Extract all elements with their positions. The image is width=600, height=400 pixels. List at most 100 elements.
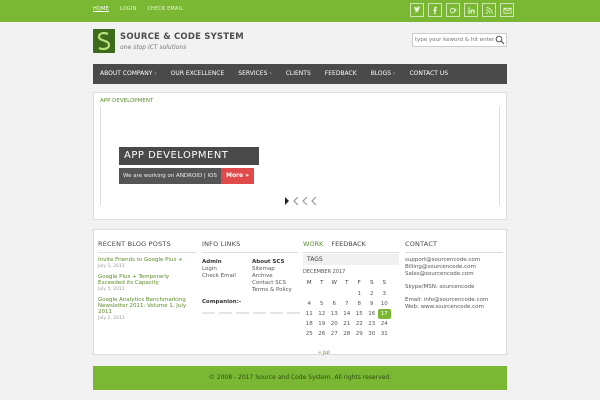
contact-title: CONTACT: [405, 240, 438, 248]
rss-icon[interactable]: [482, 3, 496, 17]
calendar-day[interactable]: 22: [353, 319, 366, 329]
search-icon[interactable]: [495, 35, 505, 45]
slide-title: APP DEVELOPMENT: [119, 147, 259, 165]
calendar-day[interactable]: 17: [378, 309, 391, 319]
calendar-day[interactable]: 5: [316, 299, 329, 309]
contact-web[interactable]: Web: www.sourcencode.com: [405, 304, 503, 311]
info-link[interactable]: Archive: [252, 273, 292, 280]
calendar-day[interactable]: 11: [303, 309, 316, 319]
pager-active-icon[interactable]: [284, 197, 290, 205]
calendar-day[interactable]: 9: [366, 299, 379, 309]
slide-caption: We are working on ANDROID | IOS More »: [119, 168, 255, 184]
contact-line[interactable]: Sales@sourcencode.com: [405, 271, 503, 278]
search-box: [412, 33, 507, 47]
top-link-check-email[interactable]: CHECK EMAIL: [147, 6, 183, 12]
nav-clients[interactable]: CLIENTS: [279, 64, 318, 84]
companion-logo[interactable]: [270, 312, 283, 314]
nav-contact-us[interactable]: CONTACT US: [402, 64, 455, 84]
companion-label: Companion:-: [202, 299, 242, 305]
calendar-day[interactable]: 6: [328, 299, 341, 309]
tags-button[interactable]: TAGS: [303, 254, 399, 265]
calendar-day[interactable]: 26: [316, 329, 329, 339]
calendar-day[interactable]: 18: [303, 319, 316, 329]
site-tagline: one stop ICT solutions: [120, 44, 187, 51]
info-link[interactable]: Check Email: [202, 273, 236, 280]
pager-dot-icon[interactable]: [311, 197, 317, 205]
calendar-day[interactable]: 1: [353, 289, 366, 299]
pager-dot-icon[interactable]: [302, 197, 308, 205]
top-bar: HOME LOGIN CHECK EMAIL: [0, 0, 600, 22]
calendar-day[interactable]: 7: [341, 299, 354, 309]
companion-logo[interactable]: [287, 312, 300, 314]
top-link-login[interactable]: LOGIN: [120, 6, 137, 12]
companion-logo[interactable]: [202, 312, 215, 314]
search-input[interactable]: [415, 35, 497, 45]
weekday-label: T: [320, 280, 324, 286]
nav-about-company[interactable]: ABOUT COMPANY: [93, 64, 164, 84]
logo-mark-icon: [93, 29, 115, 53]
info-divider: [202, 252, 298, 253]
info-link[interactable]: Login: [202, 266, 236, 273]
calendar-day[interactable]: 3: [378, 289, 391, 299]
list-item: Google Analytics Benchmarking Newsletter…: [98, 297, 196, 321]
post-link[interactable]: Google Analytics Benchmarking Newsletter…: [98, 297, 196, 315]
pager-dot-icon[interactable]: [293, 197, 299, 205]
weekday-label: W: [331, 280, 337, 286]
companion-logo[interactable]: [253, 312, 266, 314]
calendar-day[interactable]: 13: [328, 309, 341, 319]
calendar-day[interactable]: 12: [316, 309, 329, 319]
calendar-day[interactable]: 23: [366, 319, 379, 329]
slide-crumb[interactable]: APP DEVELOPMENT: [100, 98, 153, 104]
twitter-icon[interactable]: [410, 3, 424, 17]
main-nav: ABOUT COMPANY OUR EXCELLENCE SERVICES CL…: [93, 64, 507, 84]
calendar-day[interactable]: 24: [378, 319, 391, 329]
post-link[interactable]: Invite Friends to Google Plus +: [98, 257, 196, 263]
tab-feedback[interactable]: FEEDBACK: [331, 240, 366, 248]
info-title: INFO LINKS: [202, 240, 241, 248]
companion-logo[interactable]: [219, 312, 232, 314]
calendar-day[interactable]: 21: [341, 319, 354, 329]
contact-email[interactable]: Email: info@sourcencode.com: [405, 297, 503, 304]
info-link[interactable]: Contact SCS: [252, 280, 292, 287]
calendar-day[interactable]: 10: [378, 299, 391, 309]
nav-our-excellence[interactable]: OUR EXCELLENCE: [164, 64, 232, 84]
email-icon[interactable]: [500, 3, 514, 17]
contact-line[interactable]: support@sourcencode.com: [405, 257, 503, 264]
calendar-day[interactable]: 15: [353, 309, 366, 319]
tab-work[interactable]: WORK: [303, 240, 323, 248]
nav-feedback[interactable]: FEEDBACK: [318, 64, 364, 84]
contact-line[interactable]: Billing@sourcencode.com: [405, 264, 503, 271]
calendar-day[interactable]: 25: [303, 329, 316, 339]
copyright-bar: © 2008 - 2017 Source and Code System. Al…: [93, 366, 507, 390]
calendar-week: 4 5 6 7 8 9 10: [303, 299, 391, 309]
facebook-icon[interactable]: [428, 3, 442, 17]
more-button[interactable]: More »: [220, 168, 255, 184]
calendar-day[interactable]: 30: [366, 329, 379, 339]
calendar-day[interactable]: 28: [341, 329, 354, 339]
nav-services[interactable]: SERVICES: [231, 64, 278, 84]
info-link[interactable]: Terms & Policy: [252, 287, 292, 294]
post-link[interactable]: Google Plus + Temporarly Exceeded its Ca…: [98, 274, 196, 286]
contact-skype: Skype/MSN: sourcencode: [405, 284, 475, 290]
calendar-day[interactable]: 27: [328, 329, 341, 339]
calendar-day[interactable]: 16: [366, 309, 379, 319]
weekday-label: S: [382, 280, 387, 286]
calendar-day[interactable]: 29: [353, 329, 366, 339]
weekday-label: F: [357, 280, 361, 286]
calendar-prev-link[interactable]: « Jul: [318, 350, 330, 356]
site-logo[interactable]: SOURCE & CODE SYSTEM one stop ICT soluti…: [93, 29, 244, 55]
google-plus-icon[interactable]: [446, 3, 460, 17]
linkedin-icon[interactable]: [464, 3, 478, 17]
calendar-day[interactable]: 19: [316, 319, 329, 329]
calendar-day[interactable]: 20: [328, 319, 341, 329]
info-link[interactable]: Sitemap: [252, 266, 292, 273]
calendar-day[interactable]: 14: [341, 309, 354, 319]
nav-blogs[interactable]: BLOGS: [364, 64, 403, 84]
calendar-day[interactable]: 2: [366, 289, 379, 299]
top-link-home[interactable]: HOME: [93, 6, 109, 12]
calendar-day[interactable]: 4: [303, 299, 316, 309]
companion-logo[interactable]: [236, 312, 249, 314]
calendar-day[interactable]: 8: [353, 299, 366, 309]
calendar-day[interactable]: 31: [378, 329, 391, 339]
slide-text: We are working on ANDROID | IOS: [119, 168, 221, 184]
